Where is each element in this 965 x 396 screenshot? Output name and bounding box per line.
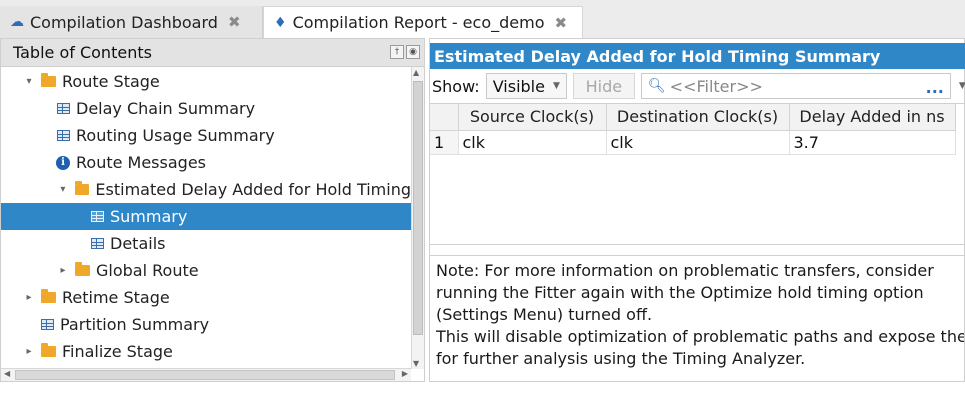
tree-item-retime-stage[interactable]: ▸ Retime Stage — [1, 284, 411, 311]
cell-delay-added: 3.7 — [789, 130, 956, 155]
tree-item-finalize-stage[interactable]: ▸ Finalize Stage — [1, 338, 411, 365]
folder-icon — [41, 73, 56, 87]
close-icon[interactable]: ✖ — [554, 14, 567, 32]
row-number: 1 — [430, 130, 459, 155]
table-icon — [91, 238, 104, 249]
tree-item-details[interactable]: Details — [1, 230, 411, 257]
pin-icon[interactable]: † — [390, 45, 404, 59]
tree-item-label: Finalize Stage — [62, 342, 173, 361]
tree-item-label: Routing Usage Summary — [76, 126, 275, 145]
show-label: Show: — [432, 76, 480, 96]
table-icon — [57, 130, 70, 141]
note-line: for further analysis using the Timing An… — [436, 349, 806, 368]
note-line: Note: For more information on problemati… — [436, 261, 934, 280]
tab-compilation-dashboard[interactable]: ☁ Compilation Dashboard ✖ — [0, 6, 263, 38]
column-header-destination-clock[interactable]: Destination Clock(s) — [606, 104, 790, 131]
collapse-arrow-icon[interactable]: ▸ — [23, 346, 35, 357]
folder-icon — [75, 262, 90, 276]
report-panel: Estimated Delay Added for Hold Timing Su… — [429, 38, 965, 382]
table-icon — [41, 319, 54, 330]
toc-tree: ▾ Route Stage Delay Chain Summary Routin… — [1, 67, 411, 367]
table-of-contents-panel: Table of Contents † ◉ ▾ Route Stage Dela… — [0, 38, 425, 382]
folder-icon — [41, 289, 56, 303]
vertical-scrollbar[interactable]: ▲ ▼ — [411, 67, 424, 369]
folder-icon — [74, 181, 90, 195]
tree-item-label: Estimated Delay Added for Hold Timing — [95, 180, 411, 199]
close-icon[interactable]: ✖ — [228, 13, 241, 31]
report-title: Estimated Delay Added for Hold Timing Su… — [430, 43, 965, 69]
tree-item-label: Route Stage — [62, 72, 160, 91]
cell-destination-clock: clk — [606, 130, 790, 155]
tree-item-summary[interactable]: Summary — [1, 203, 411, 230]
row-number-header — [430, 104, 459, 131]
float-icon[interactable]: ◉ — [406, 45, 420, 59]
tree-item-delay-chain-summary[interactable]: Delay Chain Summary — [1, 95, 411, 122]
filter-options-button[interactable]: ... — [926, 78, 944, 97]
table-row[interactable]: 1 clk clk 3.7 — [430, 130, 956, 155]
tree-item-route-messages[interactable]: i Route Messages — [1, 149, 411, 176]
tree-item-label: Delay Chain Summary — [76, 99, 256, 118]
hide-button[interactable]: Hide — [572, 73, 635, 99]
tab-label: Compilation Report - eco_demo — [292, 13, 545, 32]
tab-compilation-report[interactable]: ♦ Compilation Report - eco_demo ✖ — [263, 6, 583, 38]
search-icon: 🔍︎ — [647, 78, 666, 94]
dashboard-icon: ☁ — [10, 14, 24, 30]
tree-item-label: Global Route — [96, 261, 199, 280]
tree-item-label: Partition Summary — [60, 315, 210, 334]
horizontal-scrollbar[interactable]: ◀ ▶ — [1, 368, 411, 381]
filter-input[interactable]: 🔍︎ <<Filter>> ... — [640, 73, 951, 99]
note-line: (Settings Menu) turned off. — [436, 305, 653, 324]
note-line: running the Fitter again with the Optimi… — [436, 283, 924, 302]
chevron-down-icon: ▼ — [552, 81, 560, 91]
tree-item-partition-summary[interactable]: Partition Summary — [1, 311, 411, 338]
report-note: Note: For more information on problemati… — [430, 255, 964, 379]
show-dropdown[interactable]: Visible ▼ — [485, 73, 567, 99]
column-header-source-clock[interactable]: Source Clock(s) — [458, 104, 607, 131]
column-header-delay-added[interactable]: Delay Added in ns — [789, 104, 956, 131]
cell-source-clock: clk — [458, 130, 607, 155]
tree-item-estimated-delay-hold-timing[interactable]: ▾ Estimated Delay Added for Hold Timing — [1, 176, 411, 203]
folder-icon — [41, 343, 56, 357]
tree-item-routing-usage-summary[interactable]: Routing Usage Summary — [1, 122, 411, 149]
scrollbar-thumb[interactable] — [413, 81, 423, 335]
summary-table: Source Clock(s) Destination Clock(s) Del… — [430, 103, 964, 245]
scroll-right-icon[interactable]: ▶ — [402, 369, 408, 378]
note-line: This will disable optimization of proble… — [436, 327, 964, 346]
scrollbar-thumb[interactable] — [15, 370, 395, 380]
info-icon: i — [56, 155, 70, 170]
tree-item-label: Details — [110, 234, 166, 253]
chevron-down-icon[interactable]: ▼ — [959, 81, 965, 91]
collapse-arrow-icon[interactable]: ▸ — [23, 292, 35, 303]
expand-arrow-icon[interactable]: ▾ — [23, 76, 35, 87]
panel-title: Table of Contents — [13, 43, 152, 62]
filter-placeholder: <<Filter>> — [669, 76, 763, 96]
collapse-arrow-icon[interactable]: ▸ — [57, 265, 69, 276]
table-icon — [57, 103, 70, 114]
tab-label: Compilation Dashboard — [30, 12, 218, 32]
tree-item-global-route[interactable]: ▸ Global Route — [1, 257, 411, 284]
scroll-up-icon[interactable]: ▲ — [413, 68, 419, 77]
panel-header: Table of Contents † ◉ — [1, 39, 424, 67]
tree-item-label: Summary — [110, 207, 188, 226]
show-dropdown-value: Visible — [492, 76, 545, 96]
expand-arrow-icon[interactable]: ▾ — [57, 184, 69, 195]
tree-item-route-stage[interactable]: ▾ Route Stage — [1, 68, 411, 95]
report-icon: ♦ — [274, 14, 287, 31]
tree-item-label: Retime Stage — [62, 288, 170, 307]
scroll-left-icon[interactable]: ◀ — [4, 369, 10, 378]
table-icon — [91, 211, 104, 222]
document-tab-bar: ☁ Compilation Dashboard ✖ ♦ Compilation … — [0, 0, 965, 38]
table-header-row: Source Clock(s) Destination Clock(s) Del… — [430, 104, 956, 131]
scroll-down-icon[interactable]: ▼ — [413, 359, 419, 368]
tree-item-label: Route Messages — [76, 153, 206, 172]
report-toolbar: Show: Visible ▼ Hide 🔍︎ <<Filter>> ... ▼ — [430, 71, 965, 101]
